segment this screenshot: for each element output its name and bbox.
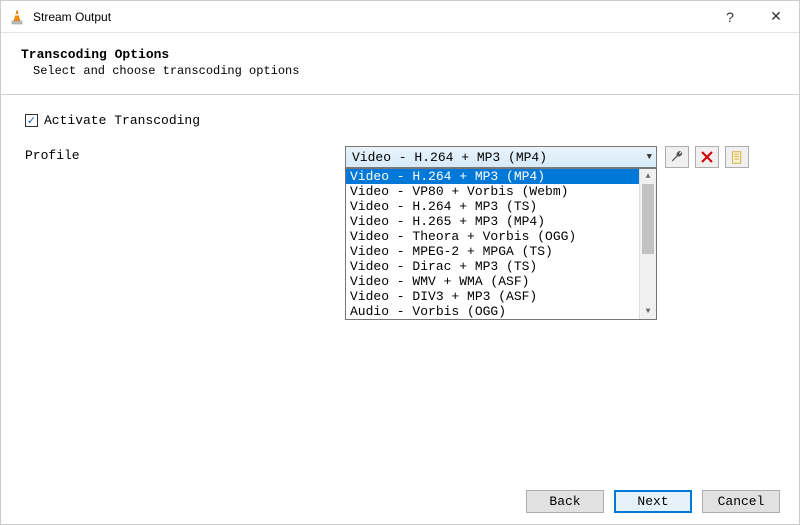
- profile-dropdown: Video - H.264 + MP3 (MP4) Video - VP80 +…: [345, 168, 657, 320]
- edit-profile-button[interactable]: [665, 146, 689, 168]
- profile-action-buttons: [665, 146, 749, 168]
- delete-x-icon: [701, 151, 713, 163]
- profile-option[interactable]: Video - Theora + Vorbis (OGG): [346, 229, 639, 244]
- new-profile-button[interactable]: [725, 146, 749, 168]
- dropdown-scrollbar[interactable]: ▲ ▼: [639, 169, 656, 319]
- new-document-icon: [731, 151, 744, 164]
- page-subtitle: Select and choose transcoding options: [21, 64, 779, 78]
- profile-option[interactable]: Video - Dirac + MP3 (TS): [346, 259, 639, 274]
- profile-option[interactable]: Video - H.264 + MP3 (MP4): [346, 169, 639, 184]
- profile-option[interactable]: Video - WMV + WMA (ASF): [346, 274, 639, 289]
- help-button[interactable]: ?: [707, 1, 753, 33]
- profile-option[interactable]: Video - H.264 + MP3 (TS): [346, 199, 639, 214]
- profile-option[interactable]: Video - VP80 + Vorbis (Webm): [346, 184, 639, 199]
- page-title: Transcoding Options: [21, 47, 779, 62]
- profile-label: Profile: [25, 146, 345, 163]
- wrench-icon: [670, 150, 684, 164]
- titlebar: Stream Output ? ✕: [1, 1, 799, 33]
- content-area: ✓ Activate Transcoding Profile Video - H…: [1, 95, 799, 168]
- profile-option[interactable]: Video - DIV3 + MP3 (ASF): [346, 289, 639, 304]
- activate-transcoding-checkbox[interactable]: ✓: [25, 114, 38, 127]
- profile-combobox[interactable]: Video - H.264 + MP3 (MP4) ▼: [345, 146, 657, 168]
- close-button[interactable]: ✕: [753, 1, 799, 33]
- activate-transcoding-label: Activate Transcoding: [44, 113, 200, 128]
- next-button[interactable]: Next: [614, 490, 692, 513]
- window-title: Stream Output: [33, 10, 707, 24]
- app-icon: [9, 9, 25, 25]
- cancel-button[interactable]: Cancel: [702, 490, 780, 513]
- wizard-footer: Back Next Cancel: [0, 478, 800, 525]
- back-button[interactable]: Back: [526, 490, 604, 513]
- profile-option[interactable]: Video - H.265 + MP3 (MP4): [346, 214, 639, 229]
- profile-row: Profile Video - H.264 + MP3 (MP4) ▼ Vide…: [25, 146, 775, 168]
- profile-combo-wrap: Video - H.264 + MP3 (MP4) ▼ Video - H.26…: [345, 146, 657, 168]
- delete-profile-button[interactable]: [695, 146, 719, 168]
- activate-transcoding-row: ✓ Activate Transcoding: [25, 113, 775, 128]
- chevron-down-icon: ▼: [647, 152, 652, 162]
- scroll-thumb[interactable]: [642, 184, 654, 254]
- profile-selected-value: Video - H.264 + MP3 (MP4): [352, 150, 547, 165]
- profile-option[interactable]: Audio - Vorbis (OGG): [346, 304, 639, 319]
- scroll-up-icon[interactable]: ▲: [640, 169, 656, 184]
- wizard-header: Transcoding Options Select and choose tr…: [1, 33, 799, 88]
- profile-option[interactable]: Video - MPEG-2 + MPGA (TS): [346, 244, 639, 259]
- scroll-down-icon[interactable]: ▼: [640, 304, 656, 319]
